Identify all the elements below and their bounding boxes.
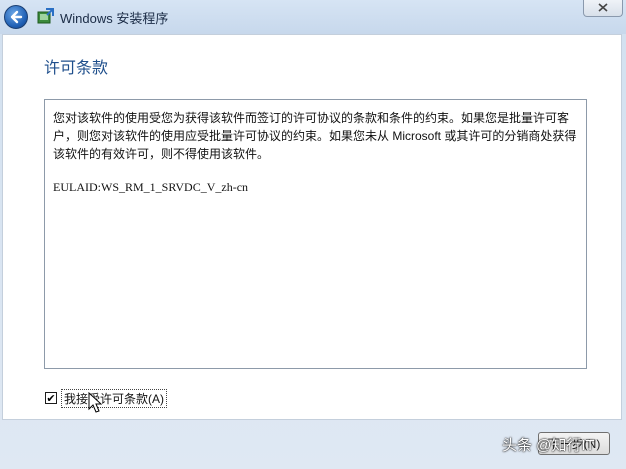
back-arrow-icon [10,10,23,24]
eula-id: EULAID:WS_RM_1_SRVDC_V_zh-cn [53,180,249,194]
accept-checkbox[interactable]: ✔ [45,392,57,404]
close-icon [598,2,608,12]
check-mark-icon: ✔ [46,391,56,405]
accept-terms-row[interactable]: ✔ 我接受许可条款(A) [45,388,167,408]
license-text-box[interactable]: 您对该软件的使用受您为获得该软件而签订的许可协议的条款和条件的约束。如果您是批量… [44,99,587,369]
mouse-cursor-icon [88,392,102,413]
window-title: Windows 安装程序 [60,11,169,26]
page-title: 许可条款 [44,60,109,77]
license-paragraph: 您对该软件的使用受您为获得该软件而签订的许可协议的条款和条件的约束。如果您是批量… [53,111,577,161]
watermark-text: 头条 @知行IT [502,437,595,454]
close-button[interactable] [583,0,623,17]
back-button[interactable] [4,5,28,29]
accept-label[interactable]: 我接受许可条款(A) [61,388,167,408]
setup-window: Windows 安装程序 许可条款 您对该软件的使用受您为获得该软件而签订的许可… [0,0,626,469]
setup-icon [37,8,54,24]
title-bar: Windows 安装程序 [0,0,626,34]
